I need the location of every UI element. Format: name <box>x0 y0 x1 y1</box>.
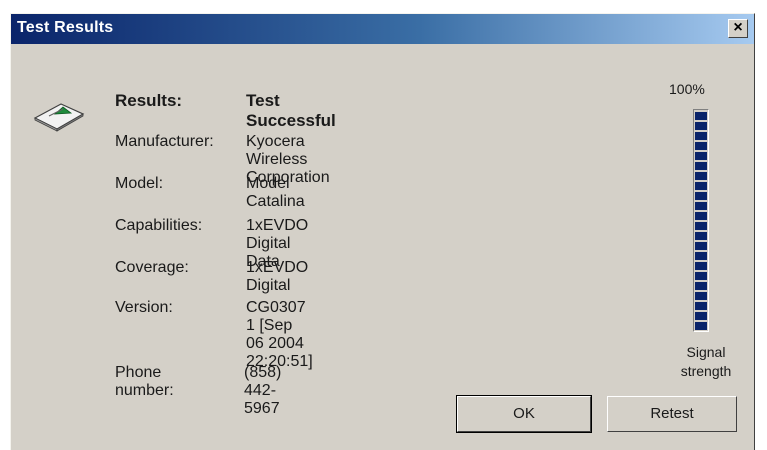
signal-strength-fill <box>695 111 707 330</box>
model-label: Model: <box>115 175 164 192</box>
retest-button[interactable]: Retest <box>607 396 737 432</box>
coverage-label: Coverage: <box>115 259 189 276</box>
version-value: CG0307 1 [Sep 06 2004 22:20:51] <box>246 299 313 370</box>
manufacturer-label: Manufacturer: <box>115 133 214 150</box>
ok-button[interactable]: OK <box>456 395 592 433</box>
coverage-value: 1xEVDO Digital <box>246 259 309 294</box>
title-bar[interactable]: Test Results × <box>11 14 754 44</box>
signal-caption-line2: strength <box>680 363 732 379</box>
wireless-card-icon <box>33 92 85 132</box>
phone-value: (858) 442-5967 <box>244 364 282 417</box>
model-value: Model Catalina <box>246 175 305 210</box>
test-results-dialog: Test Results × Results: Test Successful … <box>10 13 755 450</box>
signal-percent: 100% <box>669 81 705 97</box>
results-label: Results: <box>115 91 183 110</box>
close-icon: × <box>733 19 743 36</box>
version-label: Version: <box>115 299 173 316</box>
dialog-title: Test Results <box>17 19 114 36</box>
signal-strength-bar <box>693 109 709 332</box>
signal-caption-line1: Signal <box>686 344 726 360</box>
capabilities-label: Capabilities: <box>115 217 203 234</box>
phone-label: Phone number: <box>115 364 174 399</box>
signal-caption: Signal strength <box>671 343 741 381</box>
close-button[interactable]: × <box>728 19 748 38</box>
results-value: Test Successful <box>246 91 336 130</box>
